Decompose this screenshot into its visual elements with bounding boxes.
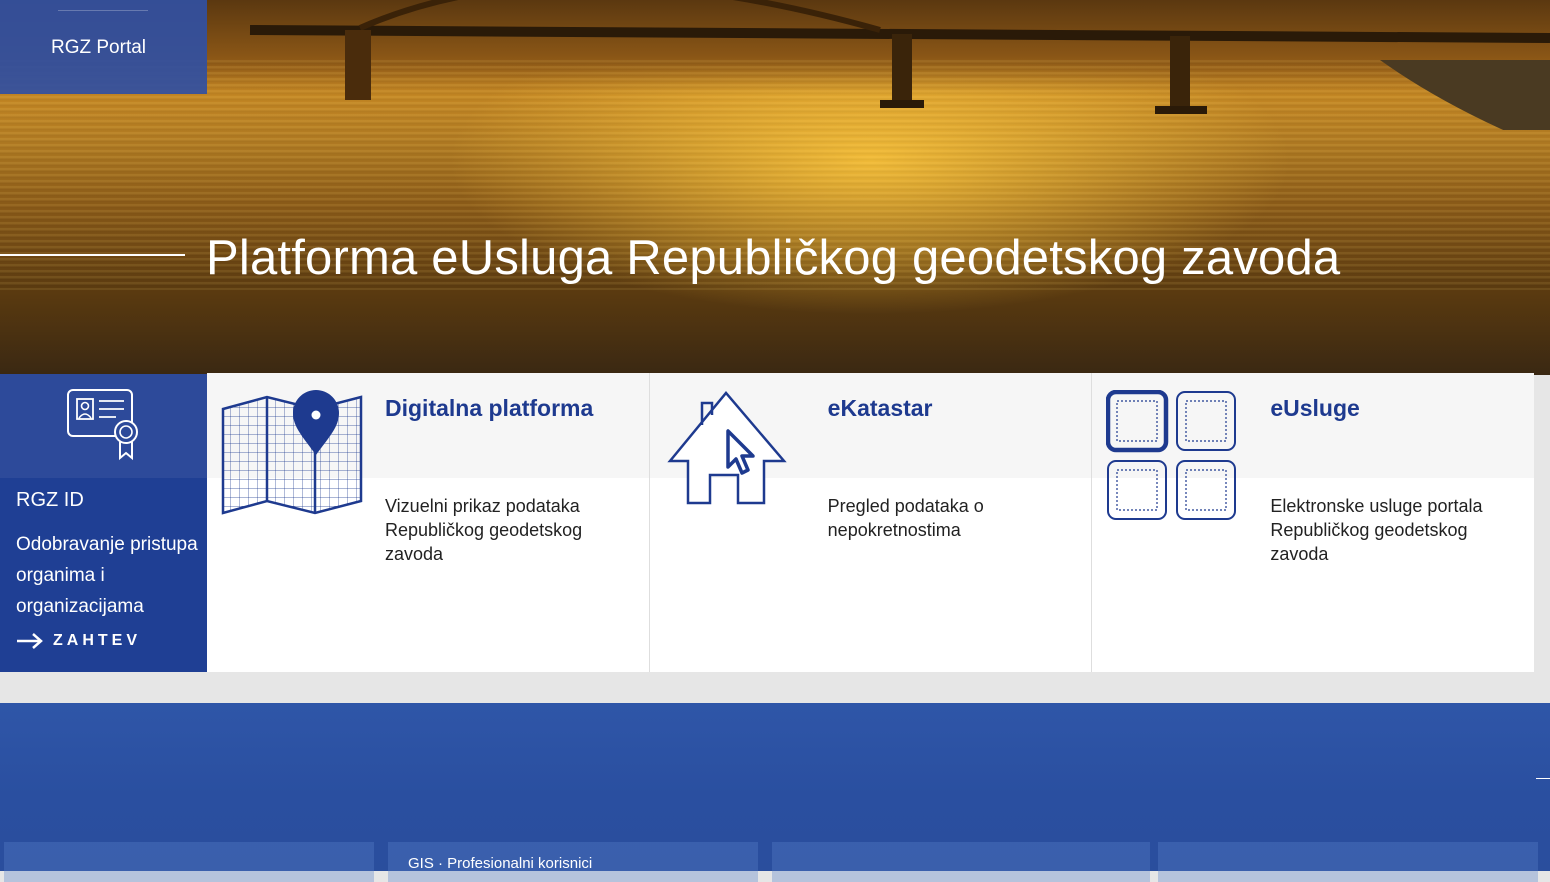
bottom-tile-gis[interactable]: GIS · Profesionalni korisnici bbox=[388, 842, 758, 882]
card-title: eKatastar bbox=[827, 395, 933, 421]
rgz-id-title: RGZ ID bbox=[16, 489, 84, 511]
card-title: eUsluge bbox=[1270, 395, 1360, 421]
map-pin-icon bbox=[221, 390, 363, 515]
rgz-id-description: Odobravanje pristupa organima i organiza… bbox=[16, 534, 198, 617]
certificate-icon bbox=[67, 389, 138, 461]
hero-banner: Platforma eUsluga Republičkog geodetskog… bbox=[0, 0, 1550, 375]
card-ekatastar[interactable]: eKatastar Pregled podataka o nepokretnos… bbox=[649, 373, 1093, 672]
portal-label: RGZ Portal bbox=[51, 37, 147, 58]
card-description: Pregled podataka o nepokretnostima bbox=[827, 496, 984, 540]
badge-divider bbox=[58, 10, 148, 11]
card-description: Elektronske usluge portala Republičkog g… bbox=[1270, 496, 1483, 564]
card-title: Digitalna platforma bbox=[385, 395, 594, 421]
portal-home-link[interactable]: RGZ Portal bbox=[0, 0, 207, 94]
bottom-tile-label: GIS · Profesionalni korisnici bbox=[408, 855, 593, 872]
card-digitalna-platforma[interactable]: Digitalna platforma Vizuelni prikaz poda… bbox=[207, 373, 650, 672]
arrow-right-icon bbox=[17, 633, 43, 649]
service-cards: Digitalna platforma Vizuelni prikaz poda… bbox=[207, 373, 1535, 672]
hero-accent-line bbox=[0, 254, 185, 256]
bottom-section: GIS · Profesionalni korisnici bbox=[0, 703, 1550, 882]
bottom-accent-line bbox=[1536, 778, 1550, 779]
request-label: ZAHTEV bbox=[53, 632, 141, 649]
request-link[interactable]: ZAHTEV bbox=[16, 632, 141, 650]
house-cursor-icon bbox=[667, 391, 787, 505]
grid-squares-icon bbox=[1106, 390, 1237, 520]
card-description: Vizuelni prikaz podataka Republičkog geo… bbox=[385, 496, 583, 564]
bottom-tile-4[interactable] bbox=[1158, 842, 1538, 882]
bridge-illustration bbox=[249, 0, 1550, 130]
bottom-tile-3[interactable] bbox=[772, 842, 1150, 882]
rgz-id-panel: RGZ ID Odobravanje pristupa organima i o… bbox=[0, 374, 207, 672]
bottom-tile-1[interactable] bbox=[4, 842, 374, 882]
rgz-id-icon-area bbox=[0, 374, 207, 478]
page-title: Platforma eUsluga Republičkog geodetskog… bbox=[206, 231, 1341, 285]
card-eusluge[interactable]: eUsluge Elektronske usluge portala Repub… bbox=[1092, 373, 1535, 672]
